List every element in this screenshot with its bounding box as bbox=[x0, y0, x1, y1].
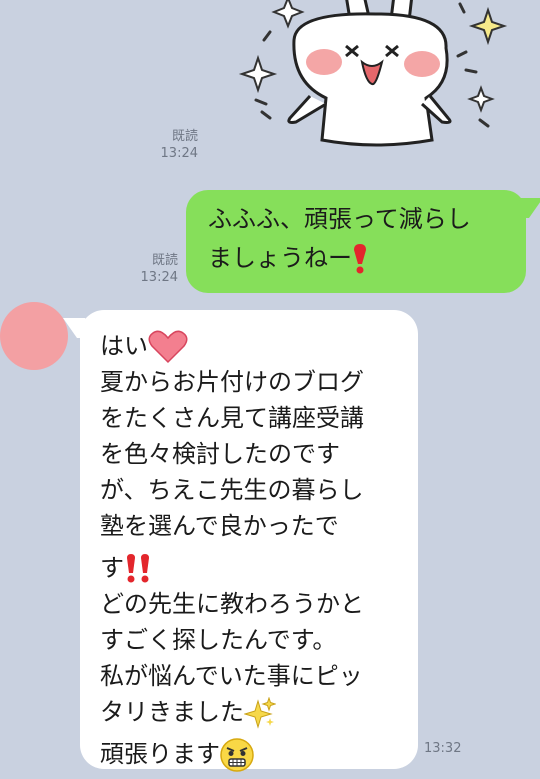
message-line: ましょうねー bbox=[208, 239, 508, 278]
message-line: すごく探したんです。 bbox=[100, 626, 337, 654]
heart-icon bbox=[148, 330, 188, 364]
read-receipt: 既読 bbox=[171, 129, 198, 144]
determined-face-icon bbox=[220, 738, 254, 772]
sticker-message-meta: 既読 13:24 bbox=[148, 128, 198, 162]
message-line: を色々検討したのです bbox=[100, 440, 340, 468]
message-line: はい bbox=[100, 328, 404, 364]
outgoing-message-meta: 既読 13:24 bbox=[128, 252, 178, 286]
read-receipt: 既読 bbox=[151, 253, 178, 268]
heavy-exclamation-mark-icon bbox=[354, 244, 366, 274]
message-line: す bbox=[100, 550, 404, 586]
message-line: ふふふ、頑張って減らし bbox=[208, 205, 471, 233]
message-line: が、ちえこ先生の暮らし bbox=[100, 476, 364, 504]
message-time: 13:24 bbox=[160, 146, 198, 161]
message-line: をたくさん見て講座受講 bbox=[100, 404, 364, 432]
incoming-message-bubble[interactable]: はい 夏からお片付けのブログ をたくさん見て講座受講 を色々検討したのです が、… bbox=[62, 310, 418, 772]
message-line: 頑張ります bbox=[100, 736, 404, 772]
bubble-tail bbox=[506, 198, 540, 218]
bubble-tail bbox=[62, 318, 100, 338]
message-line: 塾を選んで良かったで bbox=[100, 512, 339, 540]
message-line: どの先生に教わろうかと bbox=[100, 590, 364, 618]
message-time: 13:24 bbox=[140, 270, 178, 285]
outgoing-message-bubble[interactable]: ふふふ、頑張って減らし ましょうねー bbox=[186, 190, 540, 293]
double-exclamation-icon bbox=[127, 554, 149, 583]
message-line: 私が悩んでいた事にピッ bbox=[100, 662, 363, 690]
incoming-message-time: 13:32 bbox=[424, 741, 462, 756]
message-line: タリきました bbox=[100, 694, 404, 730]
avatar[interactable] bbox=[0, 302, 68, 370]
sparkles-icon bbox=[244, 697, 276, 729]
bunny-sticker bbox=[238, 0, 508, 147]
message-line: 夏からお片付けのブログ bbox=[100, 368, 364, 396]
